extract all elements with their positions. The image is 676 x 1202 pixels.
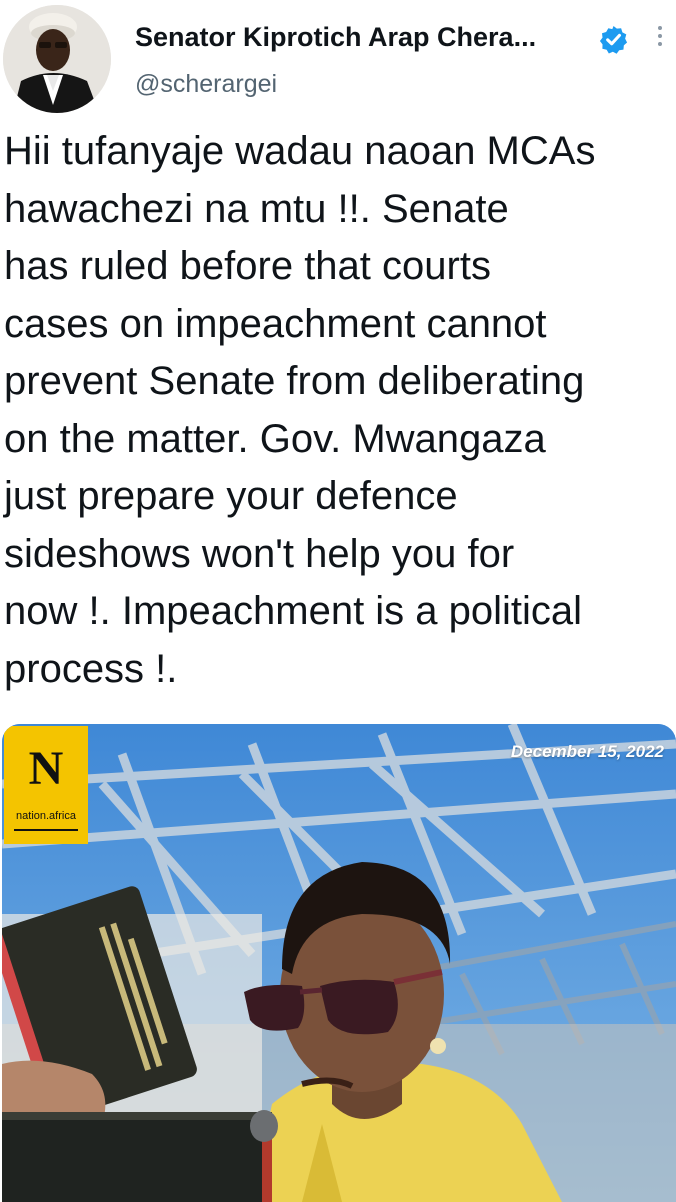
author-avatar[interactable] [3, 5, 111, 113]
more-options-icon[interactable] [650, 22, 670, 54]
avatar-image [3, 5, 111, 113]
author-handle[interactable]: @scherargei [135, 70, 277, 99]
logo-letter: N [28, 742, 64, 795]
news-photo [2, 724, 676, 1202]
tweet-header: Senator Kiprotich Arap Chera... @scherar… [0, 0, 676, 118]
author-name[interactable]: Senator Kiprotich Arap Chera... [135, 22, 536, 53]
photo-date: December 15, 2022 [510, 742, 664, 761]
tweet-media-image[interactable]: N nation.africa December 15, 2022 [2, 724, 676, 1202]
logo-underline [14, 829, 78, 831]
logo-text: nation.africa [16, 810, 76, 822]
verified-badge-icon [599, 25, 628, 54]
tweet-text: Hii tufanyaje wadau naoan MCAs hawachezi… [4, 129, 596, 691]
nation-africa-logo: N nation.africa [4, 726, 88, 844]
